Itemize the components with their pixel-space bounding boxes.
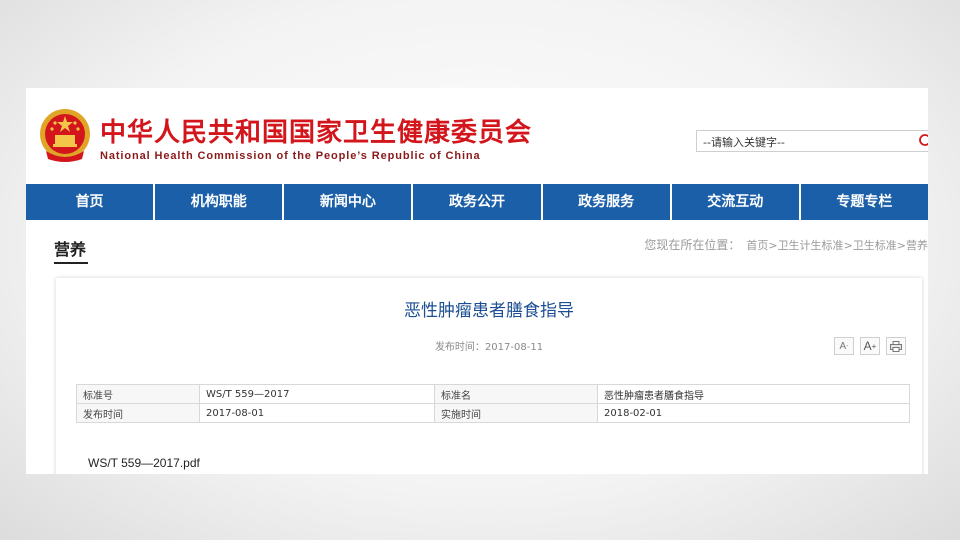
article-title: 恶性肿瘤患者膳食指导 <box>404 301 574 321</box>
breadcrumb-nutrition[interactable]: 营养 <box>906 239 928 252</box>
article-tools: A- A + <box>834 337 906 355</box>
section-header: 营养 您现在所在位置： 首页>卫生计生标准>卫生标准>营养 <box>26 220 928 268</box>
breadcrumb: 您现在所在位置： 首页>卫生计生标准>卫生标准>营养 <box>644 236 928 253</box>
breadcrumb-separator: > <box>768 239 778 252</box>
nav-item-news[interactable]: 新闻中心 <box>284 184 414 220</box>
breadcrumb-separator: > <box>896 239 906 252</box>
standard-info-table: 标准号 WS/T 559—2017 标准名 恶性肿瘤患者膳食指导 发布时间 20… <box>76 384 910 423</box>
nav-item-home[interactable]: 首页 <box>26 184 156 220</box>
table-cell: 2017-08-01 <box>199 403 435 423</box>
breadcrumb-health-standards[interactable]: 卫生标准 <box>853 239 897 252</box>
nav-item-affairs[interactable]: 政务公开 <box>413 184 543 220</box>
section-title: 营养 <box>54 240 87 259</box>
table-row: 发布时间 2017-08-01 实施时间 2018-02-01 <box>76 403 910 423</box>
publish-info: 发布时间：2017-08-11 <box>56 338 922 353</box>
nav-item-interaction[interactable]: 交流互动 <box>672 184 801 220</box>
attachment-link[interactable]: WS/T 559—2017.pdf <box>88 456 200 470</box>
national-emblem-icon <box>40 109 90 162</box>
table-cell: 恶性肿瘤患者膳食指导 <box>597 384 910 404</box>
search-icon[interactable] <box>918 133 928 149</box>
breadcrumb-separator: > <box>843 239 853 252</box>
table-row: 标准号 WS/T 559—2017 标准名 恶性肿瘤患者膳食指导 <box>76 384 910 404</box>
font-decrease-icon[interactable]: A- <box>834 337 854 355</box>
print-icon[interactable] <box>886 337 906 355</box>
site-subtitle: National Health Commission of the People… <box>100 150 481 162</box>
publish-date: 2017-08-11 <box>484 342 544 353</box>
search-input[interactable] <box>697 132 919 153</box>
table-cell: 标准号 <box>76 384 200 404</box>
table-cell: 2018-02-01 <box>597 403 910 423</box>
table-cell: 标准名 <box>434 384 598 404</box>
breadcrumb-prefix: 您现在所在位置： <box>644 238 741 252</box>
browser-screenshot: 中华人民共和国国家卫生健康委员会 National Health Commiss… <box>26 88 928 474</box>
font-increase-icon[interactable]: A + <box>860 337 880 355</box>
main-nav: 首页 机构职能 新闻中心 政务公开 政务服务 交流互动 专题专栏 <box>26 184 928 220</box>
nav-item-functions[interactable]: 机构职能 <box>155 184 285 220</box>
table-cell: WS/T 559—2017 <box>199 384 435 404</box>
table-cell: 实施时间 <box>434 403 598 423</box>
nav-item-topics[interactable]: 专题专栏 <box>801 184 928 220</box>
article-panel: 恶性肿瘤患者膳食指导 发布时间：2017-08-11 A- A + 标准号 WS/… <box>56 278 922 474</box>
site-header: 中华人民共和国国家卫生健康委员会 National Health Commiss… <box>26 88 928 184</box>
section-title-underline <box>54 262 88 264</box>
table-cell: 发布时间 <box>76 403 200 423</box>
breadcrumb-home[interactable]: 首页 <box>746 239 768 252</box>
site-title: 中华人民共和国国家卫生健康委员会 <box>100 118 533 148</box>
search-box <box>696 130 928 153</box>
publish-label: 发布时间： <box>434 342 485 353</box>
breadcrumb-standards[interactable]: 卫生计生标准 <box>778 239 844 252</box>
nav-item-services[interactable]: 政务服务 <box>543 184 672 220</box>
